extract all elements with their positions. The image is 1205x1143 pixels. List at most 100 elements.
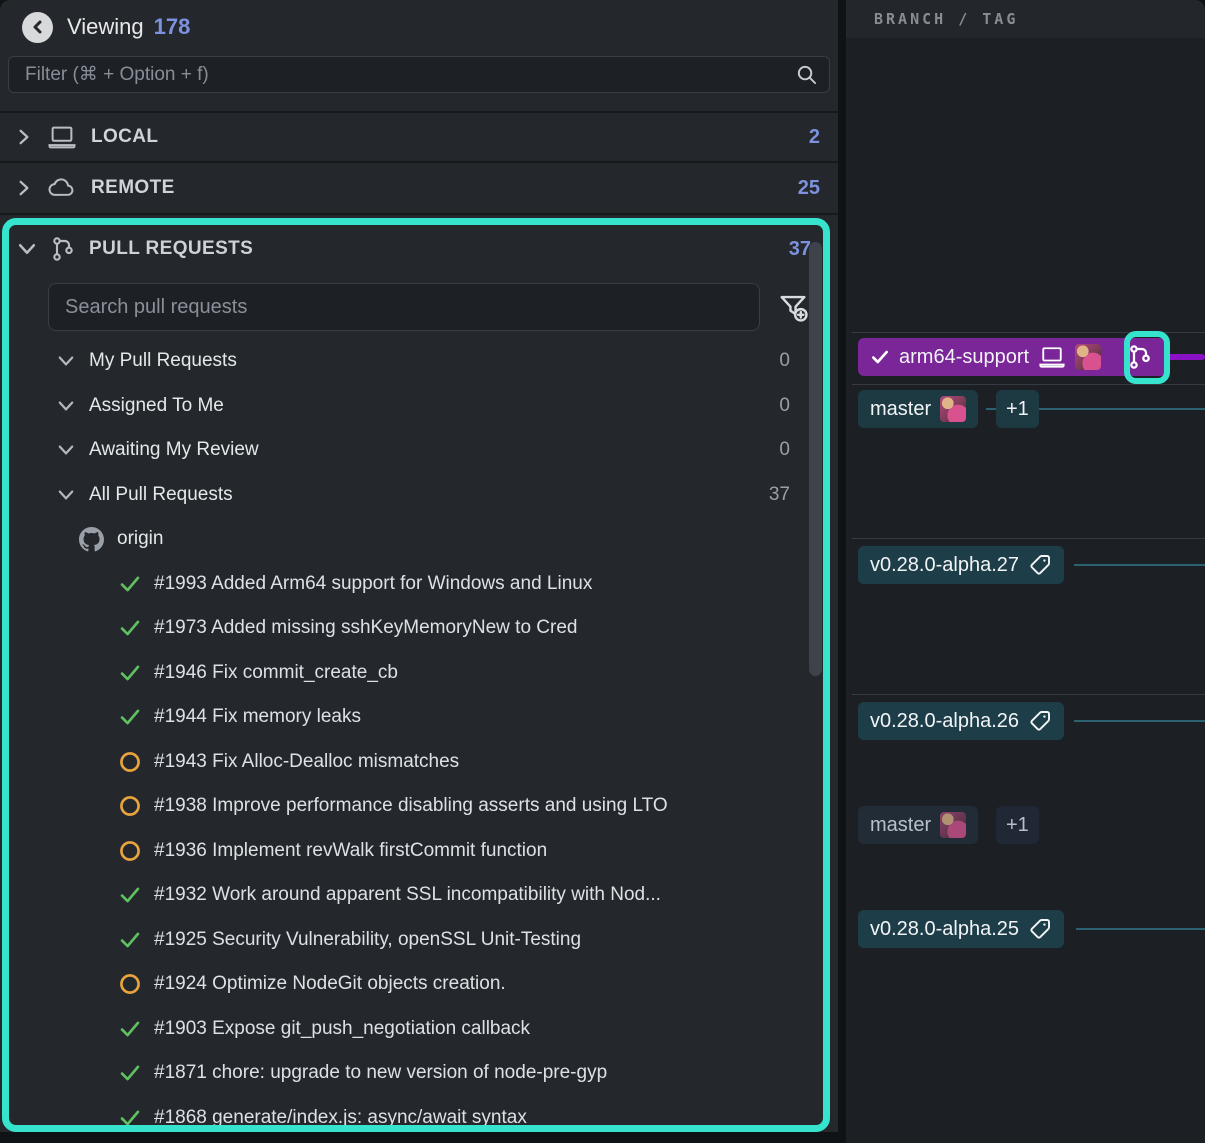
filter-bar [8, 56, 830, 93]
pr-group-all-pull-requests[interactable]: All Pull Requests 37 [9, 473, 823, 518]
pull-requests-section-label: PULL REQUESTS [89, 238, 775, 260]
cloud-icon [47, 176, 77, 200]
filter-add-icon[interactable] [776, 290, 810, 324]
pr-list-item[interactable]: #1943 Fix Alloc-Dealloc mismatches [9, 740, 823, 785]
pr-item-title: #1925 Security Vulnerability, openSSL Un… [154, 929, 581, 951]
branch-label-arm64-support[interactable]: arm64-support [858, 338, 1166, 376]
branch-label-master[interactable]: master [858, 390, 978, 428]
laptop-icon [1038, 345, 1066, 369]
pr-list-item[interactable]: #1973 Added missing sshKeyMemoryNew to C… [9, 606, 823, 651]
pr-list-item[interactable]: #1924 Optimize NodeGit objects creation. [9, 962, 823, 1007]
pr-item-title: #1938 Improve performance disabling asse… [154, 795, 668, 817]
check-icon [119, 617, 141, 639]
open-circle-icon [119, 751, 141, 773]
back-button[interactable] [22, 12, 53, 43]
pr-item-title: #1936 Implement revWalk firstCommit func… [154, 840, 547, 862]
branch-tag-header-label: BRANCH / TAG [874, 10, 1018, 28]
local-count-badge: 2 [809, 126, 820, 149]
pr-remote-origin[interactable]: origin [9, 517, 823, 562]
graph-edge-teal [1074, 720, 1205, 722]
pr-group-assigned-to-me[interactable]: Assigned To Me 0 [9, 384, 823, 429]
tag-icon [1028, 917, 1052, 941]
check-icon [119, 706, 141, 728]
sidebar-item-remote[interactable]: REMOTE 25 [0, 163, 838, 215]
local-section-label: LOCAL [91, 126, 795, 148]
graph-row-separator [852, 384, 1205, 385]
pr-item-title: #1993 Added Arm64 support for Windows an… [154, 573, 592, 595]
pull-request-icon-highlight [1124, 331, 1170, 384]
pr-group-awaiting-my-review[interactable]: Awaiting My Review 0 [9, 428, 823, 473]
remote-count-badge: 25 [798, 177, 820, 200]
more-refs-count: +1 [1006, 814, 1029, 837]
pr-group-count: 0 [779, 395, 790, 417]
sidebar-item-local[interactable]: LOCAL 2 [0, 111, 838, 163]
pr-list-item[interactable]: #1925 Security Vulnerability, openSSL Un… [9, 918, 823, 963]
chevron-right-icon [15, 179, 33, 197]
chevron-down-icon [57, 352, 75, 370]
pr-list-item[interactable]: #1868 generate/index.js: async/await syn… [9, 1096, 823, 1133]
avatar [940, 812, 966, 838]
branch-tag-graph-panel: BRANCH / TAG arm64-support master [846, 0, 1205, 1143]
tag-name: v0.28.0-alpha.26 [870, 710, 1019, 733]
filter-input[interactable] [8, 56, 830, 93]
more-refs-badge-faded[interactable]: +1 [996, 806, 1039, 844]
graph-edge-teal [1076, 928, 1205, 930]
pull-requests-count-badge: 37 [789, 238, 811, 261]
graph-row-separator [852, 694, 1205, 695]
graph-edge-teal [1074, 564, 1205, 566]
tag-name: v0.28.0-alpha.25 [870, 918, 1019, 941]
more-refs-badge[interactable]: +1 [996, 390, 1039, 428]
pr-list-item[interactable]: #1903 Expose git_push_negotiation callba… [9, 1007, 823, 1052]
check-icon [119, 1107, 141, 1129]
pr-group-count: 37 [769, 484, 790, 506]
pr-group-label: All Pull Requests [89, 484, 755, 506]
pr-search-input[interactable] [48, 283, 760, 331]
pr-list-item[interactable]: #1944 Fix memory leaks [9, 695, 823, 740]
pr-item-title: #1946 Fix commit_create_cb [154, 662, 398, 684]
tag-icon [1028, 709, 1052, 733]
tag-label-v0-28-0-alpha-26[interactable]: v0.28.0-alpha.26 [858, 702, 1064, 740]
branch-name: master [870, 814, 931, 837]
chevron-down-icon [57, 441, 75, 459]
app-window: Viewing178 LOCAL 2 REMOTE [0, 0, 1205, 1143]
pr-group-count: 0 [779, 439, 790, 461]
sidebar-header: Viewing178 [0, 0, 838, 54]
pr-item-title: #1924 Optimize NodeGit objects creation. [154, 973, 506, 995]
check-icon [119, 662, 141, 684]
chevron-right-icon [15, 128, 33, 146]
remote-name: origin [117, 528, 163, 550]
sidebar-item-pull-requests[interactable]: PULL REQUESTS 37 [9, 225, 823, 273]
branch-label-master-faded[interactable]: master [858, 806, 978, 844]
pr-group-label: My Pull Requests [89, 350, 765, 372]
remote-section-label: REMOTE [91, 177, 784, 199]
tag-label-v0-28-0-alpha-27[interactable]: v0.28.0-alpha.27 [858, 546, 1064, 584]
open-circle-icon [119, 840, 141, 862]
check-icon [119, 884, 141, 906]
pr-group-count: 0 [779, 350, 790, 372]
tag-name: v0.28.0-alpha.27 [870, 554, 1019, 577]
pr-list-item[interactable]: #1993 Added Arm64 support for Windows an… [9, 562, 823, 607]
open-circle-icon [119, 973, 141, 995]
tag-icon [1028, 553, 1052, 577]
github-icon [79, 527, 104, 552]
graph-column-header: BRANCH / TAG [846, 0, 1205, 38]
branch-name: master [870, 398, 931, 421]
pr-list-item[interactable]: #1936 Implement revWalk firstCommit func… [9, 829, 823, 874]
pr-search-bar [9, 273, 823, 331]
chevron-down-icon [57, 397, 75, 415]
pull-request-icon [51, 235, 75, 263]
pr-item-title: #1903 Expose git_push_negotiation callba… [154, 1018, 530, 1040]
tag-label-v0-28-0-alpha-25[interactable]: v0.28.0-alpha.25 [858, 910, 1064, 948]
pr-list-item[interactable]: #1938 Improve performance disabling asse… [9, 784, 823, 829]
pr-group-my-pull-requests[interactable]: My Pull Requests 0 [9, 339, 823, 384]
pr-list-item[interactable]: #1932 Work around apparent SSL incompati… [9, 873, 823, 918]
checked-out-icon [870, 347, 890, 367]
avatar [940, 396, 966, 422]
search-icon [795, 63, 818, 86]
pr-list-item[interactable]: #1871 chore: upgrade to new version of n… [9, 1051, 823, 1096]
pr-list-item[interactable]: #1946 Fix commit_create_cb [9, 651, 823, 696]
branch-name: arm64-support [899, 346, 1029, 369]
pr-item-title: #1871 chore: upgrade to new version of n… [154, 1062, 607, 1084]
check-icon [119, 929, 141, 951]
scrollbar-thumb[interactable] [809, 242, 822, 676]
